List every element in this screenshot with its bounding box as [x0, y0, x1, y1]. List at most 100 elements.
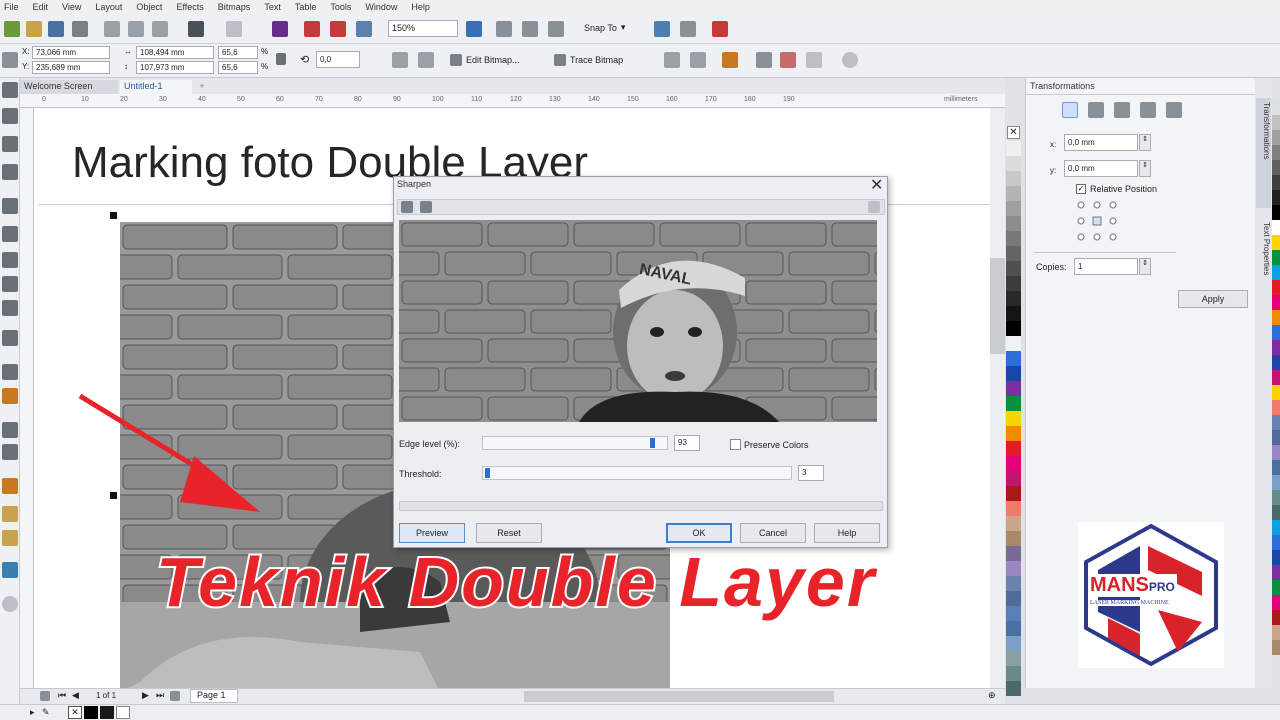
color-swatch[interactable] — [1272, 175, 1280, 190]
menu-table[interactable]: Table — [295, 2, 317, 12]
white-swatch[interactable] — [116, 706, 130, 719]
color-swatch[interactable] — [1006, 411, 1021, 426]
outline-tool-icon[interactable] — [2, 562, 18, 578]
color-palette[interactable] — [1005, 126, 1022, 696]
y-position-field[interactable]: 235,689 mm — [32, 61, 110, 74]
tab-welcome-screen[interactable]: Welcome Screen — [20, 80, 118, 94]
color-swatch[interactable] — [1272, 145, 1280, 160]
color-swatch[interactable] — [1272, 130, 1280, 145]
tab-transformations[interactable]: Transformations — [1256, 98, 1271, 208]
new-document-icon[interactable] — [4, 21, 20, 37]
color-swatch[interactable] — [1272, 250, 1280, 265]
color-swatch[interactable] — [1006, 366, 1021, 381]
menu-view[interactable]: View — [62, 2, 81, 12]
undo-icon[interactable] — [188, 21, 204, 37]
color-swatch[interactable] — [1272, 595, 1280, 610]
menu-object[interactable]: Object — [136, 2, 162, 12]
parallel-dimension-tool-icon[interactable] — [2, 364, 18, 380]
color-swatch[interactable] — [1272, 430, 1280, 445]
preview-button[interactable]: Preview — [399, 523, 465, 543]
position-transform-icon[interactable] — [1062, 102, 1078, 118]
color-swatch[interactable] — [1006, 351, 1021, 366]
color-swatch[interactable] — [1272, 385, 1280, 400]
color-swatch[interactable] — [1272, 190, 1280, 205]
color-swatch[interactable] — [1006, 156, 1021, 171]
color-swatch[interactable] — [1272, 265, 1280, 280]
vertical-scrollbar[interactable] — [990, 108, 1005, 688]
menu-window[interactable]: Window — [365, 2, 397, 12]
height-field[interactable]: 107,973 mm — [136, 61, 214, 74]
full-screen-icon[interactable] — [496, 21, 512, 37]
color-swatch[interactable] — [1006, 621, 1021, 636]
import-icon[interactable] — [304, 21, 320, 37]
eyedropper-icon[interactable]: ✎ — [42, 707, 50, 718]
edit-bitmap-button[interactable]: Edit Bitmap... — [450, 54, 520, 66]
copies-field[interactable]: 1 — [1074, 258, 1138, 275]
menu-layout[interactable]: Layout — [95, 2, 122, 12]
tab-text-properties[interactable]: Text Properties — [1256, 218, 1271, 308]
color-swatch[interactable] — [1272, 160, 1280, 175]
position-icon[interactable] — [806, 52, 822, 68]
edge-level-thumb[interactable] — [650, 438, 655, 448]
export-icon[interactable] — [330, 21, 346, 37]
color-swatch[interactable] — [1272, 625, 1280, 640]
color-swatch[interactable] — [1272, 580, 1280, 595]
mirror-transform-icon[interactable] — [1114, 102, 1130, 118]
color-swatch[interactable] — [1272, 370, 1280, 385]
color-swatch[interactable] — [1006, 291, 1021, 306]
color-swatch[interactable] — [1272, 115, 1280, 130]
color-swatch[interactable] — [1272, 100, 1280, 115]
color-swatch[interactable] — [1006, 321, 1021, 336]
next-page-icon[interactable]: ▶ — [142, 690, 149, 701]
options-icon[interactable] — [654, 21, 670, 37]
color-swatch[interactable] — [1006, 216, 1021, 231]
color-swatch[interactable] — [1006, 666, 1021, 681]
zoom-level-select[interactable]: 150% — [388, 20, 458, 37]
color-swatch[interactable] — [1006, 606, 1021, 621]
color-swatch[interactable] — [1006, 456, 1021, 471]
object-origin-icon[interactable] — [2, 52, 18, 68]
threshold-thumb[interactable] — [485, 468, 490, 478]
width-field[interactable]: 108,494 mm — [136, 46, 214, 59]
zoom-fit-icon[interactable] — [466, 21, 482, 37]
rectangle-tool-icon[interactable] — [2, 252, 18, 268]
help-button[interactable]: Help — [814, 523, 880, 543]
color-swatch[interactable] — [1006, 441, 1021, 456]
preview-mode-icon[interactable] — [401, 201, 413, 213]
no-fill-swatch[interactable]: ✕ — [68, 706, 82, 719]
color-swatch[interactable] — [1006, 426, 1021, 441]
split-view-icon[interactable] — [420, 201, 432, 213]
snap-to-dropdown[interactable]: Snap To ▾ — [584, 22, 625, 33]
horizontal-scrollbar-thumb[interactable] — [524, 691, 834, 702]
color-swatch[interactable] — [1272, 565, 1280, 580]
arrange-icon[interactable] — [756, 52, 772, 68]
drop-shadow-tool-icon[interactable] — [2, 422, 18, 438]
color-swatch[interactable] — [1272, 280, 1280, 295]
polygon-tool-icon[interactable] — [2, 300, 18, 316]
no-color-swatch[interactable]: ✕ — [1007, 126, 1020, 139]
prev-page-icon[interactable]: ◀ — [72, 690, 79, 701]
color-swatch[interactable] — [1006, 516, 1021, 531]
color-swatch[interactable] — [1006, 681, 1021, 696]
color-swatch[interactable] — [1272, 475, 1280, 490]
close-icon[interactable]: ✕ — [870, 175, 883, 195]
skew-transform-icon[interactable] — [1166, 102, 1182, 118]
color-swatch[interactable] — [1006, 531, 1021, 546]
customize-toolbox-icon[interactable] — [2, 596, 18, 612]
page-icon[interactable] — [40, 691, 50, 701]
color-swatch[interactable] — [1006, 141, 1021, 156]
color-swatch[interactable] — [1006, 276, 1021, 291]
color-swatch[interactable] — [1272, 550, 1280, 565]
threshold-field[interactable]: 3 — [798, 465, 824, 481]
color-swatch[interactable] — [1006, 231, 1021, 246]
rotate-transform-icon[interactable] — [1088, 102, 1104, 118]
last-page-icon[interactable]: ⏭ — [156, 690, 164, 701]
vertical-ruler[interactable] — [20, 108, 34, 688]
cut-icon[interactable] — [104, 21, 120, 37]
edge-level-field[interactable]: 93 — [674, 435, 700, 451]
color-swatch[interactable] — [1272, 400, 1280, 415]
menu-edit[interactable]: Edit — [33, 2, 49, 12]
color-swatch[interactable] — [1006, 261, 1021, 276]
relative-position-checkbox[interactable]: ✓ — [1076, 184, 1086, 194]
color-swatch[interactable] — [1006, 471, 1021, 486]
